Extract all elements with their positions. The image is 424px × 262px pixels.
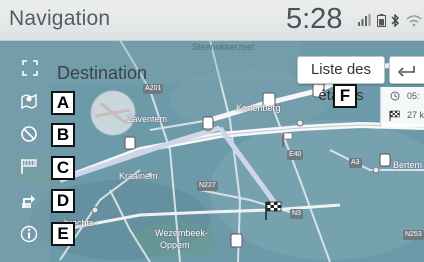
navigation-screen: Steenokkerzeel Zaventem Kortenberg Kraai… [0,0,424,262]
place-kraainem: Kraainem [119,171,158,181]
road-a3: A3 [349,158,362,168]
header-bar: Navigation 5:28 [0,0,424,41]
callout-letter-c: C [51,156,75,180]
back-arrow-icon [397,66,415,77]
expand-icon[interactable] [22,60,38,76]
place-bertem: Bertem [393,160,423,170]
callout-letter-e: E [51,222,75,246]
route-info-panel[interactable]: 05: 27 k [380,87,424,127]
place-wezembeek: Wezembeek- [155,228,208,238]
destination-label: Destination [57,63,148,83]
place-oppem: Oppem [160,240,190,250]
map-pin-icon [21,93,37,110]
callout-letter-b: B [51,123,75,147]
info-icon [20,225,38,243]
bluetooth-icon [391,14,399,27]
road-a201: A201 [143,84,164,94]
callout-letter-a: A [51,91,75,115]
remaining-distance: 27 k [407,110,424,120]
page-title: Navigation [9,7,111,30]
clock: 5:28 [286,3,343,35]
road-n253: N253 [403,230,424,240]
back-button[interactable] [389,56,424,84]
road-n3: N3 [290,209,303,219]
battery-icon [377,14,386,27]
detour-icon [22,195,35,208]
waypoint-list-button[interactable]: Liste des étapes [297,56,385,104]
road-n227: N227 [197,181,218,191]
arrival-time: 05: [407,91,420,101]
destination-flag-icon [389,110,400,121]
road-e40: E40 [287,150,304,160]
place-steenokkerzeel: Steenokkerzeel [192,42,255,52]
callout-letter-d: D [51,189,75,213]
clock-icon [390,91,400,101]
route-flag-icon [21,159,37,174]
place-zaventem: Zaventem [127,114,168,124]
cancel-route-icon [21,126,37,142]
wifi-icon [406,15,422,27]
signal-icon [358,14,371,26]
callout-letter-f: F [333,84,357,108]
place-kortenberg: Kortenberg [236,103,281,113]
